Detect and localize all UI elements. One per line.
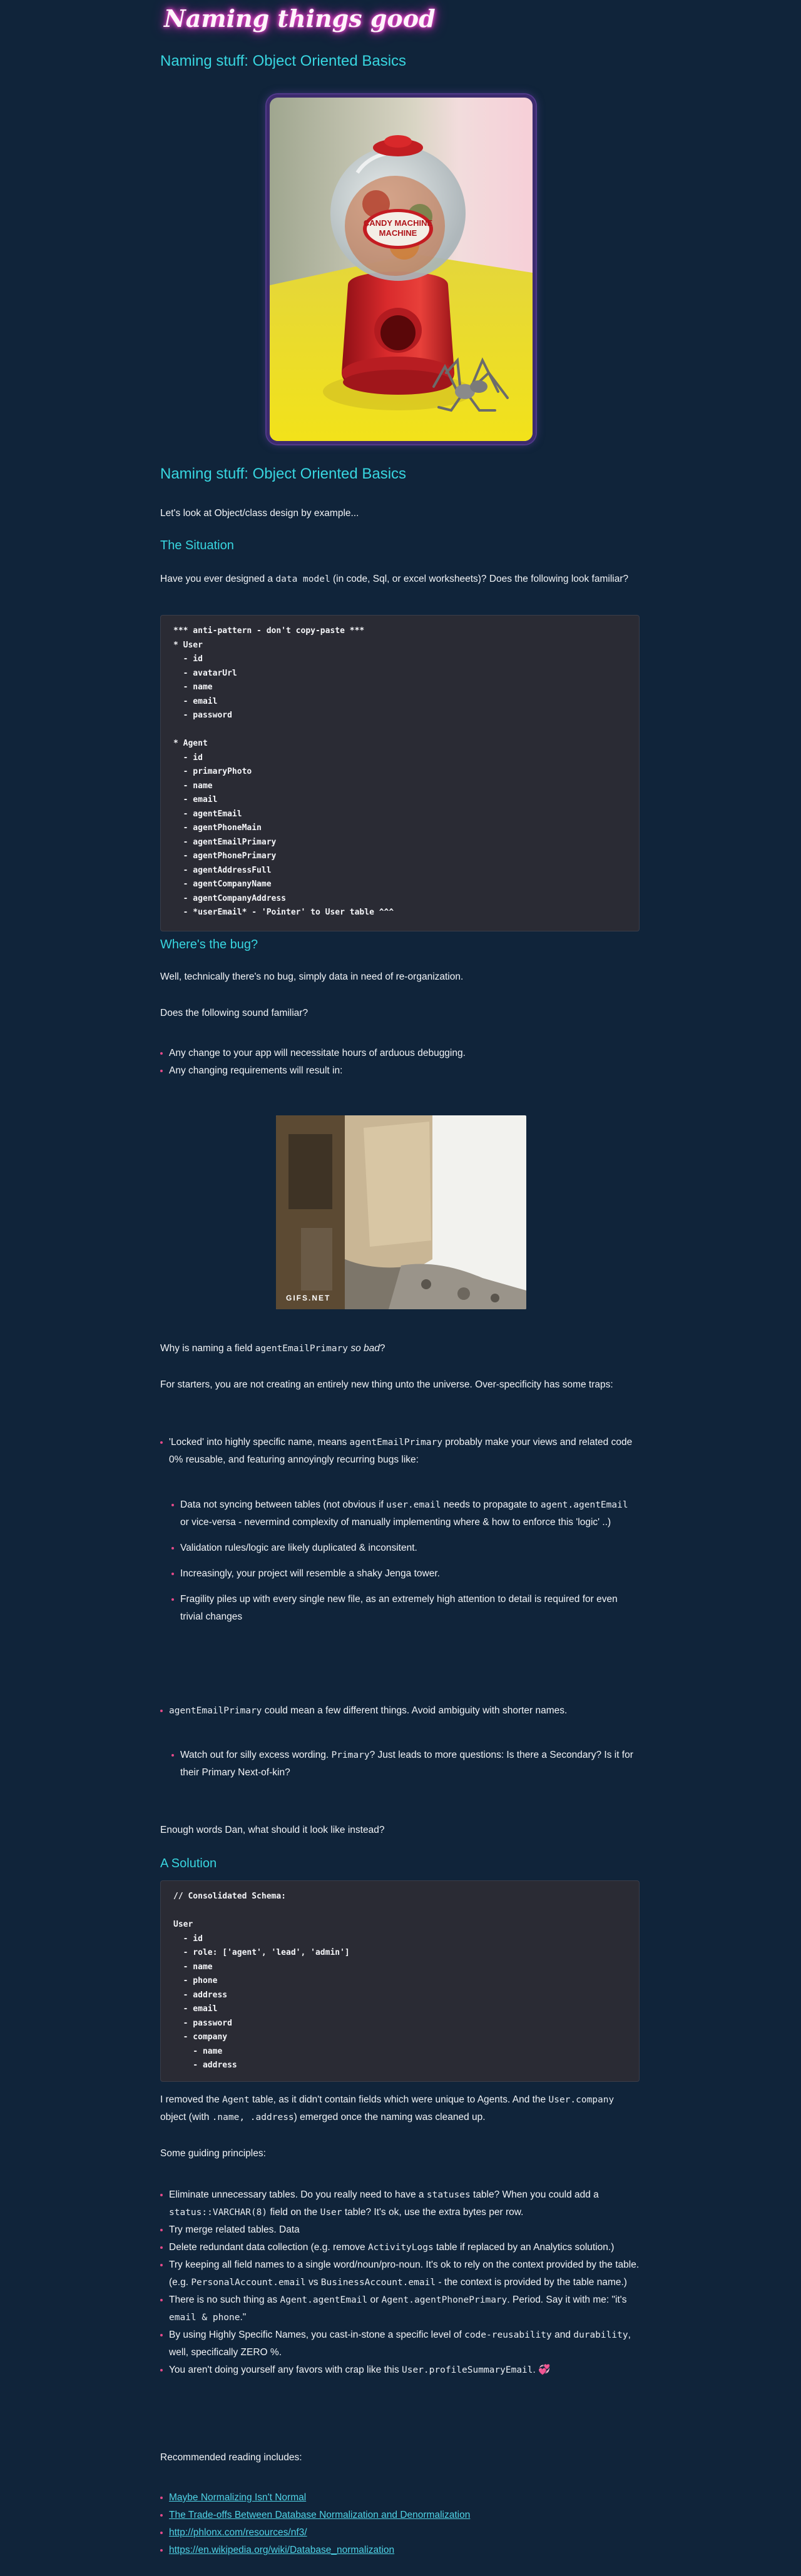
inline-code: ActivityLogs [367,2243,434,2253]
list-item: http://phlonx.com/resources/nf3/ [160,2524,640,2542]
hero-image: CANDY MACHINE MACHINE [267,94,536,444]
inline-code: agent.agentEmail [540,1500,628,1510]
article-title: Naming stuff: Object Oriented Basics [160,465,407,482]
reading-intro: Recommended reading includes: [160,2452,302,2463]
inline-code: user.email [386,1500,441,1510]
inline-code: .name, .address [212,2112,294,2122]
intro-text: Let's look at Object/class design by exa… [160,508,359,519]
list-item: Delete redundant data collection (e.g. r… [160,2239,640,2256]
watch-sublist: Watch out for silly excess wording. Prim… [171,1747,638,1782]
bug-text-2: Does the following sound familiar? [160,1008,309,1018]
situation-text: Have you ever designed a data model (in … [160,574,629,584]
principles-list: Eliminate unnecessary tables. Do you rea… [160,2186,640,2379]
solution-heading: A Solution [160,1857,217,1870]
bug-heading: Where's the bug? [160,938,258,951]
list-item: Validation rules/logic are likely duplic… [171,1539,638,1557]
meanings-list: agentEmailPrimary could mean a few diffe… [160,1702,640,1720]
link-maybe-normalizing[interactable]: Maybe Normalizing Isn't Normal [169,2492,306,2503]
inline-code: BusinessAccount.email [320,2278,436,2288]
bug-list: Any change to your app will necessitate … [160,1045,640,1080]
code-block-solution: // Consolidated Schema: User - id - role… [160,1880,640,2082]
link-trade-offs[interactable]: The Trade-offs Between Database Normaliz… [169,2510,470,2520]
list-item: Eliminate unnecessary tables. Do you rea… [160,2186,640,2221]
inline-code: Agent.agentPhonePrimary [381,2295,508,2305]
starters-text: For starters, you are not creating an en… [160,1379,613,1390]
list-item: Any changing requirements will result in… [160,1062,640,1080]
list-item: 'Locked' into highly specific name, mean… [160,1434,640,1469]
list-item: Any change to your app will necessitate … [160,1045,640,1062]
inline-code: User.company [548,2095,615,2105]
link-wikipedia[interactable]: https://en.wikipedia.org/wiki/Database_n… [169,2545,394,2555]
inline-code: PersonalAccount.email [191,2278,306,2288]
why-text: Why is naming a field agentEmailPrimary … [160,1343,385,1354]
inline-code: agentEmailPrimary [169,1706,262,1716]
link-phlonx[interactable]: http://phlonx.com/resources/nf3/ [169,2527,307,2538]
principles-intro: Some guiding principles: [160,2148,266,2159]
list-item: Try keeping all field names to a single … [160,2256,640,2291]
inline-code: durability [573,2330,628,2340]
inline-code: Agent [222,2095,250,2105]
inline-code: Agent.agentEmail [280,2295,368,2305]
code-solution: // Consolidated Schema: User - id - role… [173,1892,350,2070]
inline-code: data model [275,574,330,584]
list-item: There is no such thing as Agent.agentEma… [160,2291,640,2326]
list-item: Watch out for silly excess wording. Prim… [171,1747,638,1782]
list-item: By using Highly Specific Names, you cast… [160,2326,640,2361]
page-heading: Naming stuff: Object Oriented Basics [160,53,407,69]
removed-text: I removed the Agent table, as it didn't … [160,2094,615,2122]
jenga-collapse-gif: GIFS.NET [276,1115,526,1309]
sparkling-heart-icon: 💞 [538,2365,551,2375]
svg-text:MACHINE: MACHINE [379,228,417,238]
enough-text: Enough words Dan, what should it look li… [160,1825,385,1835]
traps-list: 'Locked' into highly specific name, mean… [160,1434,640,1469]
site-title[interactable]: Naming things good [164,0,436,38]
inline-code: agentEmailPrimary [255,1344,349,1354]
code-antipattern: *** anti-pattern - don't copy-paste *** … [173,626,394,917]
gif-watermark: GIFS.NET [286,1294,330,1302]
inline-code: agentEmailPrimary [349,1438,442,1448]
list-item: https://en.wikipedia.org/wiki/Database_n… [160,2542,640,2559]
inline-code: User.profileSummaryEmail [402,2365,533,2375]
inline-code: Primary [331,1750,370,1760]
inline-code: status::VARCHAR(8) [169,2208,268,2218]
situation-heading: The Situation [160,539,234,552]
list-item: Fragility piles up with every single new… [171,1591,638,1626]
code-block-antipattern: *** anti-pattern - don't copy-paste *** … [160,615,640,931]
candy-machine-label: CANDY MACHINE [364,218,433,228]
reading-list: Maybe Normalizing Isn't Normal The Trade… [160,2489,640,2559]
inline-code: code-reusability [464,2330,552,2340]
list-item: Try merge related tables. Data [160,2221,640,2239]
inline-code: statuses [426,2190,471,2200]
list-item: Data not syncing between tables (not obv… [171,1496,638,1531]
list-item: The Trade-offs Between Database Normaliz… [160,2507,640,2524]
list-item: Maybe Normalizing Isn't Normal [160,2489,640,2507]
list-item: You aren't doing yourself any favors wit… [160,2361,640,2379]
bug-text-1: Well, technically there's no bug, simply… [160,971,464,982]
list-item: Increasingly, your project will resemble… [171,1565,638,1583]
bugs-sublist: Data not syncing between tables (not obv… [171,1496,638,1626]
inline-code: email & phone [169,2313,240,2323]
inline-code: User [320,2208,342,2218]
list-item: agentEmailPrimary could mean a few diffe… [160,1702,640,1720]
